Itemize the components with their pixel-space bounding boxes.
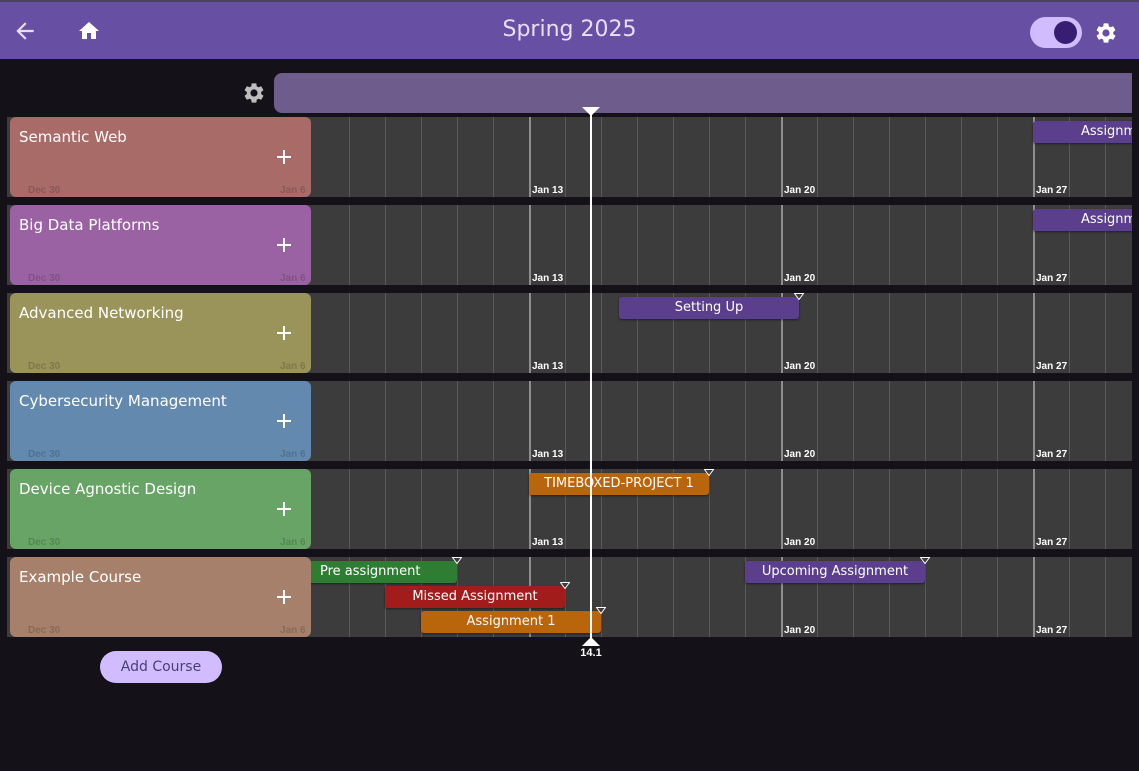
assignment-item[interactable]: TIMEBOXED-PROJECT 1 [529, 473, 709, 495]
week-label: Jan 6 [280, 273, 306, 284]
current-time-label: 14.1 [580, 647, 602, 659]
week-divider [1033, 469, 1035, 549]
week-divider [529, 117, 531, 197]
week-label: Jan 13 [532, 273, 564, 284]
assignment-item[interactable]: Assignment 1 [421, 611, 601, 633]
course-card[interactable]: Example Course Dec 30 Jan 6 [10, 557, 311, 637]
course-row: Jan 13 Jan 20 Jan 27 Cybersecurity Manag… [7, 381, 1132, 461]
week-label: Jan 13 [532, 361, 564, 372]
week-divider [781, 117, 783, 197]
current-time-marker-icon [582, 637, 600, 646]
due-marker-icon [704, 469, 714, 476]
course-name: Device Agnostic Design [19, 480, 197, 498]
course-name: Example Course [19, 568, 142, 586]
week-label: Dec 30 [28, 361, 61, 372]
week-label: Jan 6 [280, 537, 306, 548]
add-icon[interactable] [275, 500, 293, 518]
course-card[interactable]: Device Agnostic Design Dec 30 Jan 6 [10, 469, 311, 549]
week-label: Jan 20 [784, 537, 816, 548]
week-label: Jan 20 [784, 361, 816, 372]
course-name: Big Data Platforms [19, 216, 160, 234]
week-divider [781, 469, 783, 549]
assignment-item[interactable]: Upcoming Assignment [745, 561, 925, 583]
week-label: Jan 20 [784, 625, 816, 636]
week-label: Dec 30 [28, 273, 61, 284]
current-time-line [590, 112, 592, 642]
due-marker-icon [920, 557, 930, 564]
week-label: Jan 20 [784, 449, 816, 460]
add-icon[interactable] [275, 412, 293, 430]
course-card[interactable]: Semantic Web Dec 30 Jan 6 [10, 117, 311, 197]
page-title: Spring 2025 [502, 17, 637, 42]
timeline-header[interactable] [274, 73, 1132, 113]
course-name: Cybersecurity Management [19, 392, 227, 410]
week-divider [1033, 293, 1035, 373]
week-label: Jan 20 [784, 185, 816, 196]
week-divider [529, 205, 531, 285]
add-icon[interactable] [275, 148, 293, 166]
course-row: Jan 13 Jan 20 Jan 27 Assignm Big Data Pl… [7, 205, 1132, 285]
course-name: Advanced Networking [19, 304, 184, 322]
week-divider [781, 381, 783, 461]
week-label: Jan 27 [1036, 537, 1068, 548]
week-label: Jan 27 [1036, 361, 1068, 372]
course-name: Semantic Web [19, 128, 127, 146]
week-label: Jan 6 [280, 361, 306, 372]
week-label: Jan 20 [784, 273, 816, 284]
week-divider [1033, 557, 1035, 637]
course-row: Jan 13 Jan 20 Jan 27 TIMEBOXED-PROJECT 1… [7, 469, 1132, 549]
week-divider [529, 293, 531, 373]
assignment-item[interactable]: Missed Assignment [385, 586, 565, 608]
due-marker-icon [452, 557, 462, 564]
app-bar: Spring 2025 [0, 0, 1139, 59]
due-marker-icon [560, 582, 570, 589]
add-icon[interactable] [275, 324, 293, 342]
due-marker-icon [794, 293, 804, 300]
week-label: Jan 13 [532, 537, 564, 548]
week-label: Jan 13 [532, 449, 564, 460]
assignment-item[interactable]: Assignm [1033, 209, 1132, 231]
course-card[interactable]: Big Data Platforms Dec 30 Jan 6 [10, 205, 311, 285]
week-label: Jan 6 [280, 185, 306, 196]
due-marker-icon [596, 607, 606, 614]
week-label: Dec 30 [28, 537, 61, 548]
week-label: Jan 27 [1036, 625, 1068, 636]
add-course-button[interactable]: Add Course [100, 651, 222, 683]
week-label: Dec 30 [28, 449, 61, 460]
week-divider [781, 205, 783, 285]
course-row: Jan 13 Jan 20 Jan 27 Assignm Semantic We… [7, 117, 1132, 197]
week-label: Jan 13 [532, 185, 564, 196]
week-label: Jan 27 [1036, 273, 1068, 284]
week-label: Dec 30 [28, 625, 61, 636]
course-row: Jan 20 Jan 27 Pre assignment Missed Assi… [7, 557, 1132, 637]
toggle-knob [1054, 21, 1077, 44]
week-label: Dec 30 [28, 185, 61, 196]
week-label: Jan 27 [1036, 185, 1068, 196]
week-divider [529, 381, 531, 461]
week-label: Jan 6 [280, 625, 306, 636]
settings-icon[interactable] [1094, 21, 1118, 45]
current-time-marker-icon [582, 107, 600, 116]
course-card[interactable]: Advanced Networking Dec 30 Jan 6 [10, 293, 311, 373]
week-label: Jan 27 [1036, 449, 1068, 460]
theme-toggle[interactable] [1030, 17, 1082, 48]
timeline-settings-icon[interactable] [242, 81, 266, 105]
course-card[interactable]: Cybersecurity Management Dec 30 Jan 6 [10, 381, 311, 461]
add-icon[interactable] [275, 588, 293, 606]
assignment-item[interactable]: Assignm [1033, 121, 1132, 143]
course-row: Jan 13 Jan 20 Jan 27 Setting Up Advanced… [7, 293, 1132, 373]
week-label: Jan 6 [280, 449, 306, 460]
add-icon[interactable] [275, 236, 293, 254]
week-divider [1033, 381, 1035, 461]
assignment-item[interactable]: Setting Up [619, 297, 799, 319]
